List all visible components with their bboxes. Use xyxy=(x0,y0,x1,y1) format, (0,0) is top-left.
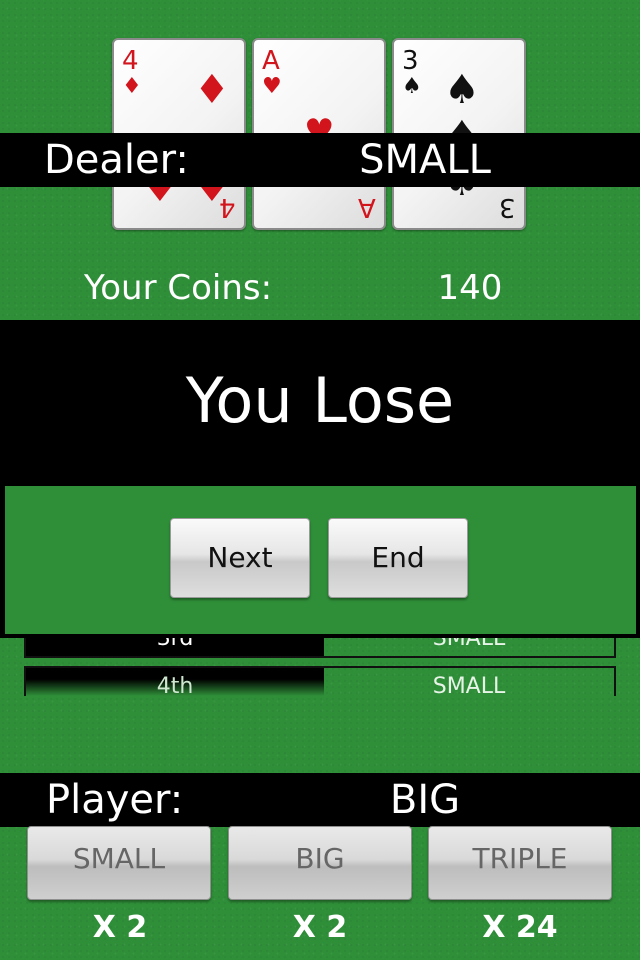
result-message: You Lose xyxy=(0,320,640,482)
spade-icon: ♠ xyxy=(444,67,480,113)
spade-icon: ♠ xyxy=(402,74,422,99)
coins-label: Your Coins: xyxy=(84,268,273,308)
big-multiplier: X 2 xyxy=(292,910,348,945)
bet-triple-button[interactable]: TRIPLE xyxy=(428,826,612,900)
heart-icon: ♥ xyxy=(262,74,282,99)
triple-multiplier: X 24 xyxy=(482,910,558,945)
bet-big-button[interactable]: BIG xyxy=(228,826,412,900)
history-value: SMALL xyxy=(432,674,506,696)
card-rank: A xyxy=(358,192,376,222)
coins-row: Your Coins: 140 xyxy=(0,268,640,314)
history-row: 4th SMALL xyxy=(24,666,616,696)
diamond-icon: ♦ xyxy=(194,67,230,113)
card-rank: 3 xyxy=(402,46,419,76)
result-panel-body: Next End xyxy=(5,486,636,634)
coins-value: 140 xyxy=(437,268,503,308)
card-rank: 3 xyxy=(499,192,516,222)
dealer-label: Dealer: xyxy=(44,137,189,183)
player-label: Player: xyxy=(46,777,184,823)
card-rank: A xyxy=(262,46,280,76)
dealer-result: SMALL xyxy=(359,137,491,183)
result-panel: Next End xyxy=(0,482,640,638)
card-rank: 4 xyxy=(219,192,236,222)
dealer-bar: Dealer: SMALL xyxy=(0,133,640,187)
bet-small-button[interactable]: SMALL xyxy=(27,826,211,900)
next-button[interactable]: Next xyxy=(170,518,310,598)
diamond-icon: ♦ xyxy=(122,74,142,99)
history-round: 4th xyxy=(26,668,324,696)
small-multiplier: X 2 xyxy=(92,910,148,945)
end-button[interactable]: End xyxy=(328,518,468,598)
player-bar: Player: BIG xyxy=(0,773,640,827)
card-rank: 4 xyxy=(122,46,139,76)
player-choice: BIG xyxy=(389,777,461,823)
